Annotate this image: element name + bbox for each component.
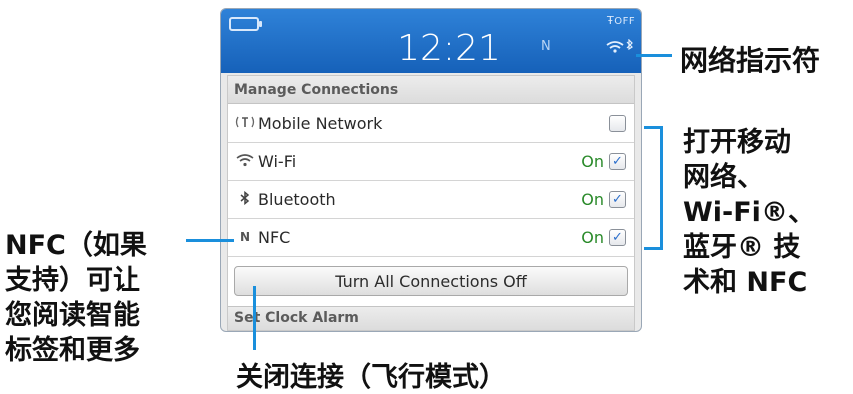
- callout-bracket-top: [644, 126, 662, 129]
- mobile-network-icon: [234, 115, 256, 133]
- bluetooth-icon: [626, 38, 633, 51]
- menu-item-mobile-network[interactable]: Mobile Network: [228, 105, 634, 143]
- menu-item-nfc[interactable]: N NFC On ✓: [228, 219, 634, 257]
- menu-item-wifi[interactable]: Wi-Fi On ✓: [228, 143, 634, 181]
- phone-screen: 12:21 N ŦOFF Manage Connections Mobile N…: [220, 8, 642, 332]
- callout-network-indicator: 网络指示符: [680, 44, 821, 77]
- callout-toggle-connections: 打开移动 网络、 Wi-Fi®、 蓝牙® 技 术和 NFC: [683, 127, 815, 298]
- battery-icon: [229, 17, 262, 31]
- wifi-icon: [606, 38, 633, 53]
- callout-bracket-bottom: [644, 247, 662, 250]
- callout-line-nfc: [186, 239, 234, 242]
- callout-nfc-support: NFC（如果 支持）可让 您阅读智能 标签和更多: [5, 230, 147, 366]
- callout-airplane-mode: 关闭连接（飞行模式）: [236, 362, 506, 393]
- turn-all-connections-off-button[interactable]: Turn All Connections Off: [234, 266, 628, 296]
- nfc-status-icon: N: [541, 39, 551, 54]
- callout-line-network: [636, 54, 672, 57]
- wifi-checkbox[interactable]: ✓: [609, 153, 626, 170]
- clock-time: 12:21: [397, 28, 501, 69]
- menu-item-label: NFC: [258, 228, 291, 247]
- callout-bracket-toggles: [660, 126, 663, 250]
- wifi-state: On: [581, 152, 604, 171]
- nfc-icon: N: [239, 230, 251, 244]
- menu-item-label: Mobile Network: [258, 114, 383, 133]
- bluetooth-state: On: [581, 190, 604, 209]
- wifi-bluetooth-status-icons: [605, 38, 635, 59]
- nfc-state: On: [581, 228, 604, 247]
- bluetooth-checkbox[interactable]: ✓: [609, 191, 626, 208]
- bluetooth-icon: [234, 190, 256, 209]
- callout-line-airplane: [253, 286, 256, 350]
- menu-item-label: Wi-Fi: [258, 152, 297, 171]
- section-header-manage-connections: Manage Connections: [228, 76, 634, 104]
- mobile-network-checkbox[interactable]: [609, 115, 626, 132]
- section-header-set-clock-alarm: Set Clock Alarm: [228, 306, 634, 330]
- nfc-checkbox[interactable]: ✓: [609, 229, 626, 246]
- wifi-icon: [234, 153, 256, 171]
- signal-off-icon: ŦOFF: [607, 14, 636, 27]
- menu-item-bluetooth[interactable]: Bluetooth On ✓: [228, 181, 634, 219]
- status-bar: 12:21 N ŦOFF: [221, 9, 641, 73]
- menu-item-label: Bluetooth: [258, 190, 336, 209]
- connections-panel: Manage Connections Mobile Network Wi-Fi …: [227, 75, 635, 331]
